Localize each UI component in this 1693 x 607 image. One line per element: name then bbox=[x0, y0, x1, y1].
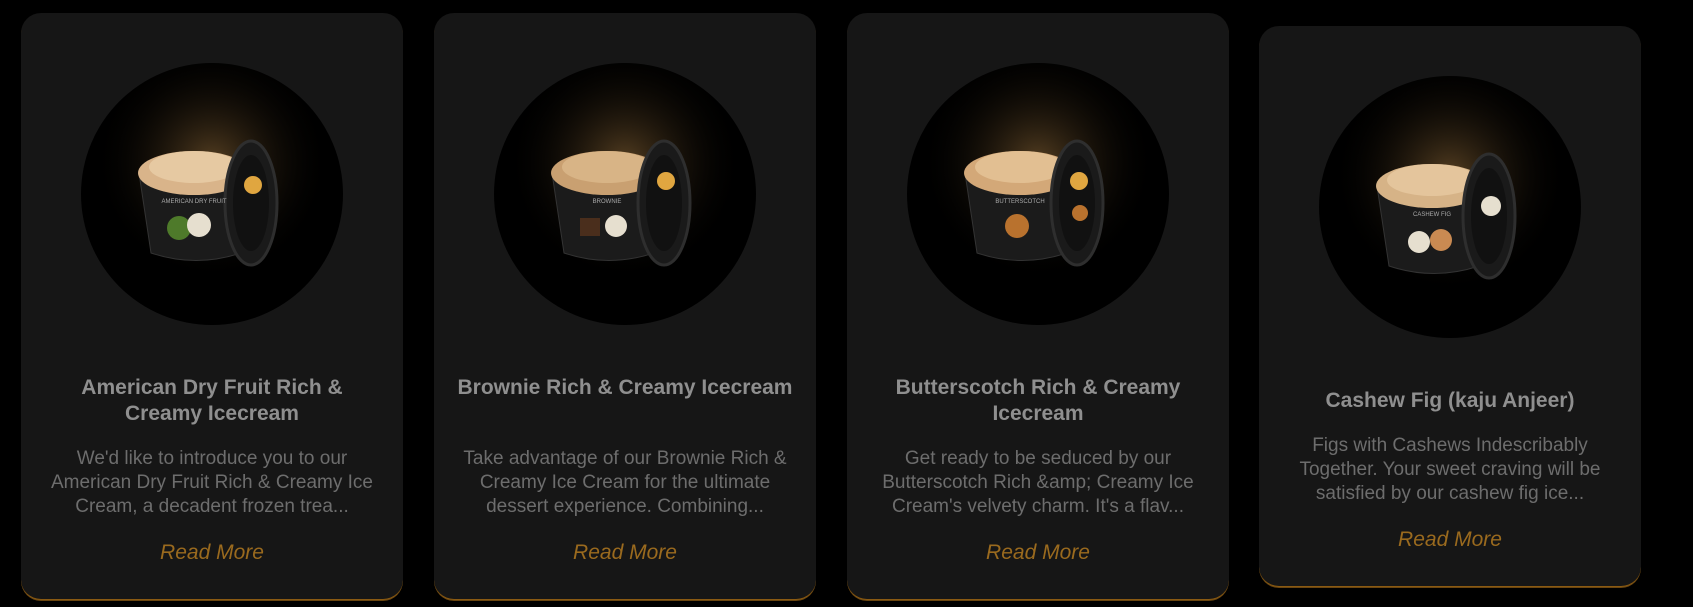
read-more-link[interactable]: Read More bbox=[1259, 528, 1641, 552]
product-description: Figs with Cashews Indescribably Together… bbox=[1299, 435, 1601, 504]
product-carousel: AMERICAN DRY FRUIT American Dry Fruit Ri… bbox=[0, 0, 1693, 607]
product-card-butterscotch: BUTTERSCOTCH Butterscotch Rich & Creamy … bbox=[847, 13, 1229, 600]
read-more-link[interactable]: Read More bbox=[847, 541, 1229, 565]
product-title: Cashew Fig (kaju Anjeer) bbox=[1325, 389, 1575, 412]
ice-cream-tub-image: CASHEW FIG bbox=[1319, 76, 1581, 338]
product-image: CASHEW FIG bbox=[1319, 76, 1581, 338]
product-description: Get ready to be seduced by our Buttersco… bbox=[882, 448, 1194, 517]
product-title: Brownie Rich & Creamy Icecream bbox=[457, 376, 793, 399]
product-description: We'd like to introduce you to our Americ… bbox=[50, 448, 373, 517]
product-card-cashew-fig: CASHEW FIG Cashew Fig (kaju Anjeer) Figs… bbox=[1259, 26, 1641, 587]
product-description: Take advantage of our Brownie Rich & Cre… bbox=[463, 448, 787, 517]
tub-label: CASHEW FIG bbox=[1413, 212, 1451, 218]
tub-label: AMERICAN DRY FRUIT bbox=[161, 199, 226, 205]
product-image: BUTTERSCOTCH bbox=[907, 63, 1169, 325]
ice-cream-tub-image: AMERICAN DRY FRUIT bbox=[81, 63, 343, 325]
tub-label: BUTTERSCOTCH bbox=[995, 199, 1044, 205]
product-image: BROWNIE bbox=[494, 63, 756, 325]
product-card-american-dry-fruit: AMERICAN DRY FRUIT American Dry Fruit Ri… bbox=[21, 13, 403, 600]
ice-cream-tub-image: BROWNIE bbox=[494, 63, 756, 325]
read-more-link[interactable]: Read More bbox=[434, 541, 816, 565]
product-image: AMERICAN DRY FRUIT bbox=[81, 63, 343, 325]
read-more-link[interactable]: Read More bbox=[21, 541, 403, 565]
ice-cream-tub-image: BUTTERSCOTCH bbox=[907, 63, 1169, 325]
product-card-brownie: BROWNIE Brownie Rich & Creamy Icecream T… bbox=[434, 13, 816, 600]
product-title: Butterscotch Rich & Creamy Icecream bbox=[895, 376, 1181, 425]
product-title: American Dry Fruit Rich & Creamy Icecrea… bbox=[81, 376, 343, 425]
tub-label: BROWNIE bbox=[593, 199, 622, 205]
